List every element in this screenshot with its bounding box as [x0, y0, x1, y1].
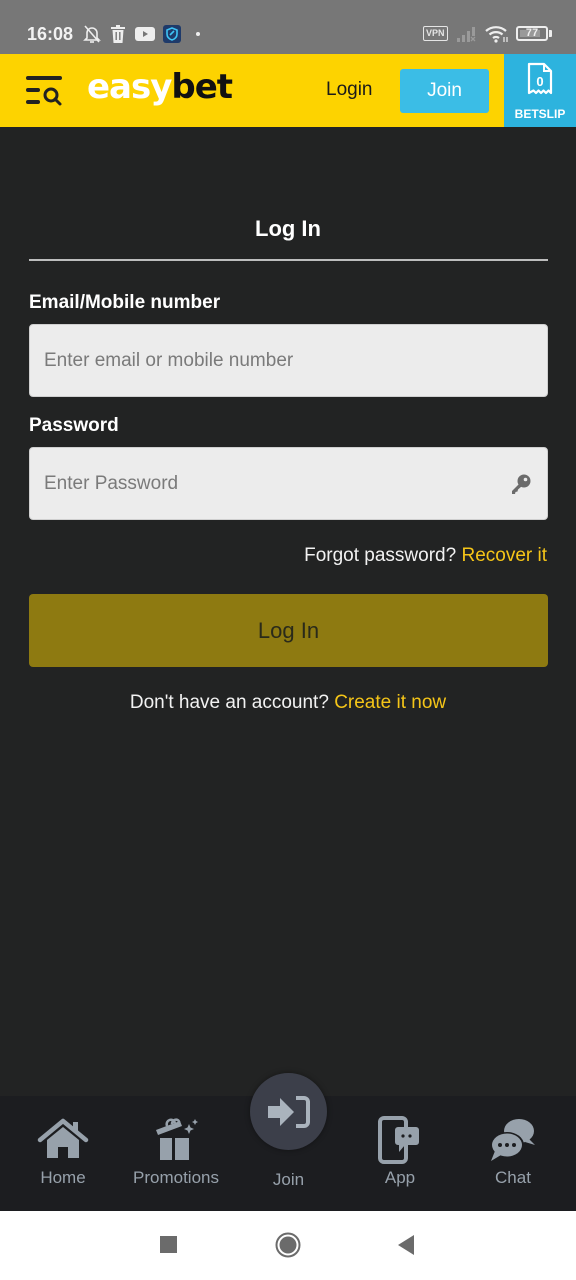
password-field-container — [29, 447, 548, 520]
home-icon — [37, 1116, 89, 1164]
back-triangle-icon — [398, 1235, 414, 1255]
forgot-password-text: Forgot password? — [304, 545, 457, 566]
email-field-container — [29, 324, 548, 397]
chat-bubbles-icon — [487, 1116, 539, 1164]
nav-item-app[interactable]: App — [360, 1096, 440, 1211]
mobile-chat-icon — [374, 1116, 426, 1164]
battery-level: 77 — [525, 27, 539, 39]
email-label: Email/Mobile number — [29, 292, 221, 313]
nav-label-home: Home — [40, 1168, 86, 1187]
nav-label-app: App — [384, 1168, 416, 1187]
header-login-link[interactable]: Login — [326, 79, 373, 101]
key-icon[interactable] — [509, 473, 533, 497]
signup-row: Don't have an account? Create it now — [0, 692, 576, 714]
email-input[interactable] — [30, 325, 547, 396]
create-account-link[interactable]: Create it now — [334, 692, 446, 713]
app-header: easybet Login Join 0 BETSLIP — [0, 54, 576, 127]
back-button[interactable] — [397, 1234, 415, 1256]
signup-text: Don't have an account? — [129, 692, 329, 713]
menu-search-button[interactable] — [24, 74, 64, 108]
home-system-button[interactable] — [275, 1232, 301, 1258]
signal-icon — [455, 24, 477, 44]
trash-icon — [110, 24, 126, 44]
betslip-count: 0 — [536, 74, 544, 89]
system-nav-bar — [0, 1211, 576, 1280]
notification-dot-icon — [196, 32, 200, 36]
nav-label-join: Join — [272, 1170, 305, 1189]
nav-item-join[interactable] — [250, 1073, 327, 1150]
home-circle-icon — [275, 1232, 301, 1258]
nav-label-chat: Chat — [495, 1168, 531, 1187]
youtube-icon — [134, 24, 156, 44]
password-label: Password — [29, 415, 119, 436]
title-divider — [29, 259, 548, 261]
wifi-icon — [484, 24, 510, 44]
sign-in-icon — [267, 1095, 310, 1128]
bell-off-icon — [82, 24, 102, 44]
status-time: 16:08 — [27, 24, 74, 44]
easybet-logo[interactable]: easybet — [87, 67, 233, 107]
vpn-icon: VPN — [423, 26, 448, 41]
betslip-label: BETSLIP — [514, 107, 566, 121]
nav-item-home[interactable]: Home — [23, 1096, 103, 1211]
nav-label-promotions: Promotions — [133, 1168, 219, 1187]
page-title: Log In — [255, 216, 321, 241]
nav-item-chat[interactable]: Chat — [473, 1096, 553, 1211]
forgot-password-row: Forgot password? Recover it — [304, 545, 547, 567]
login-submit-button[interactable]: Log In — [29, 594, 548, 667]
menu-search-icon — [26, 76, 62, 106]
recover-link[interactable]: Recover it — [461, 545, 547, 566]
gift-icon — [150, 1116, 202, 1164]
header-join-button[interactable]: Join — [400, 69, 489, 113]
status-bar: 16:08 VPN 77 — [0, 0, 576, 54]
nav-item-promotions[interactable]: Promotions — [126, 1096, 226, 1211]
password-input[interactable] — [30, 448, 547, 519]
recents-button[interactable] — [160, 1236, 177, 1253]
shield-app-icon — [162, 24, 182, 44]
betslip-button[interactable]: 0 BETSLIP — [504, 54, 576, 127]
battery-icon: 77 — [516, 26, 548, 41]
